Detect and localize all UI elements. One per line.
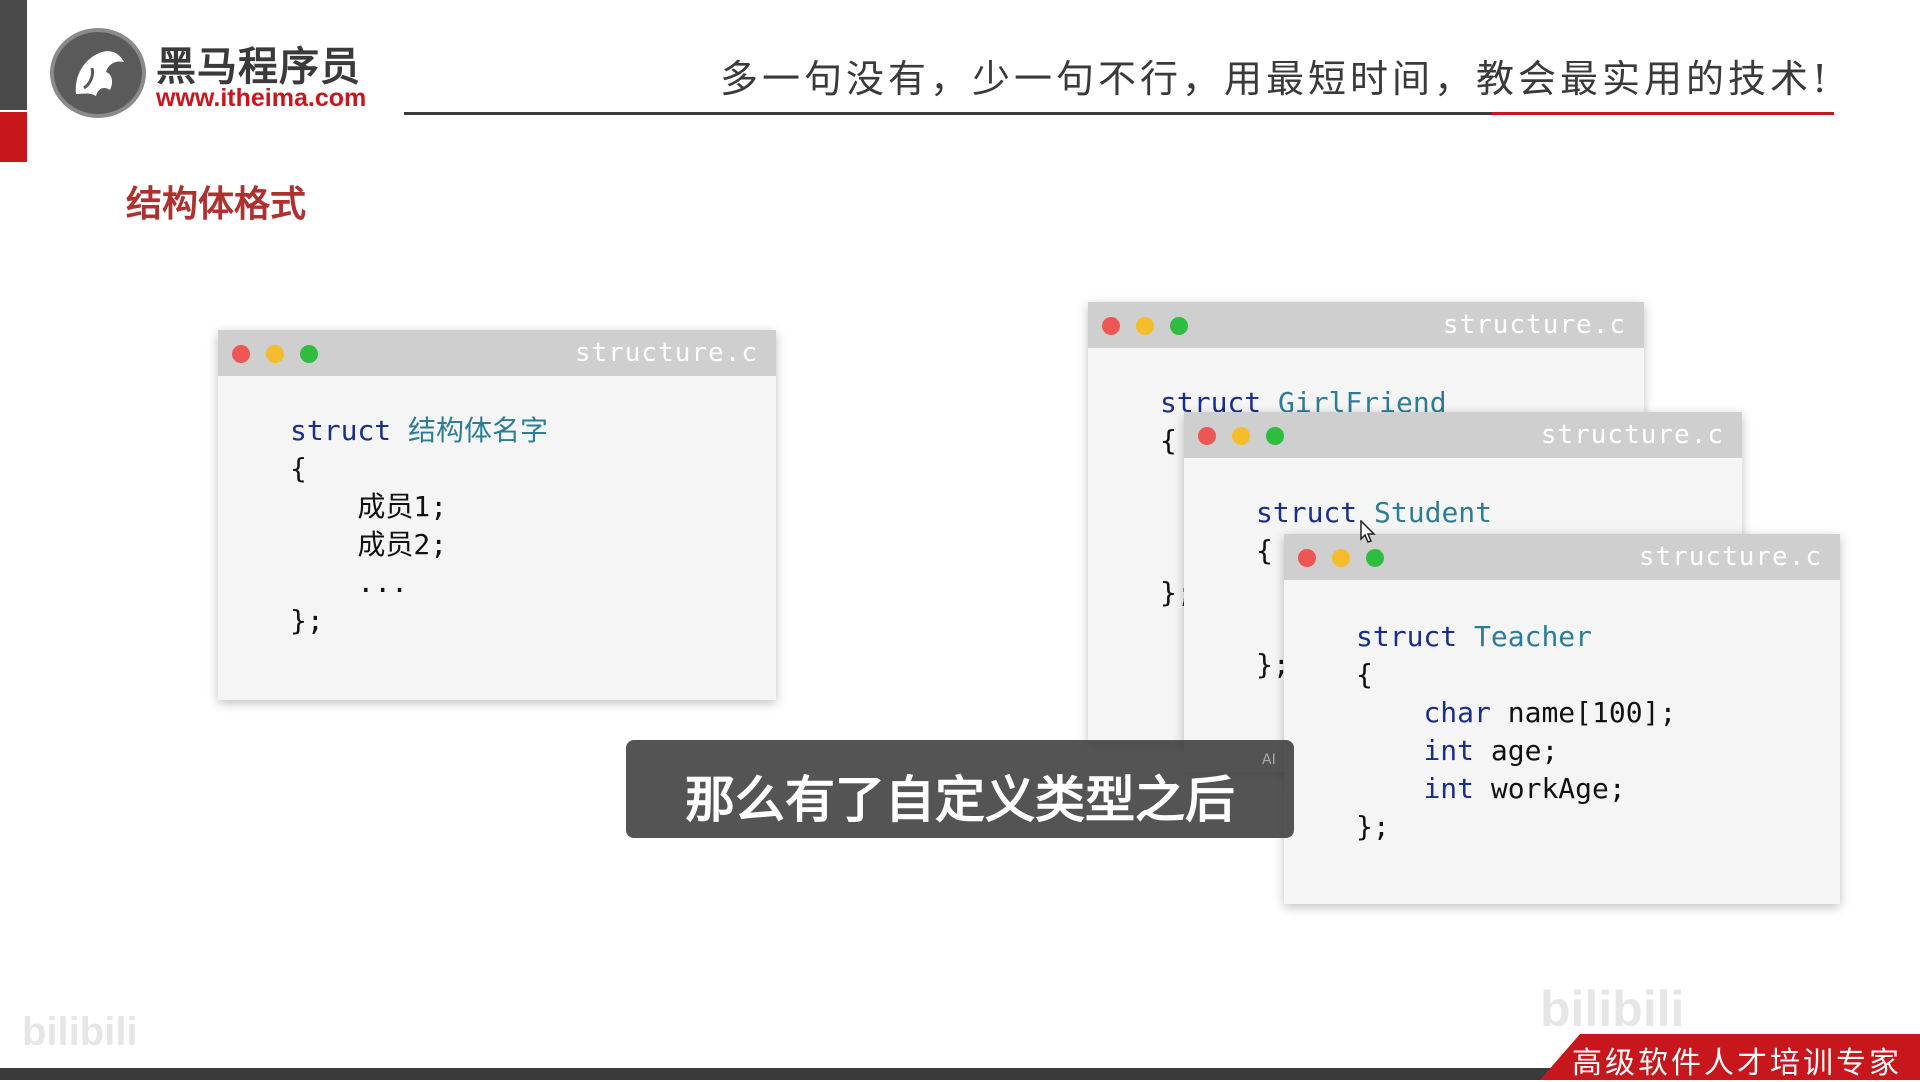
maximize-dot-icon[interactable] xyxy=(300,345,318,363)
window-title: structure.c xyxy=(1540,420,1724,450)
minimize-dot-icon[interactable] xyxy=(1332,549,1350,567)
code-line: { xyxy=(1256,534,1273,567)
close-dot-icon[interactable] xyxy=(1298,549,1316,567)
code-line: { xyxy=(290,452,307,485)
window-title-bar: structure.c xyxy=(1184,412,1742,458)
section-title: 结构体格式 xyxy=(126,184,307,225)
minimize-dot-icon[interactable] xyxy=(1136,317,1154,335)
close-dot-icon[interactable] xyxy=(1102,317,1120,335)
ai-tag: AI xyxy=(1262,752,1276,768)
code-keyword: struct xyxy=(1356,620,1458,653)
code-type-name: Teacher xyxy=(1474,620,1593,653)
footer-banner: 高级软件人才培训专家 xyxy=(1540,1034,1920,1080)
close-dot-icon[interactable] xyxy=(1198,427,1216,445)
edge-bar-red xyxy=(0,112,27,162)
code-line: }; xyxy=(290,604,324,637)
edge-bar-gray xyxy=(0,0,27,110)
code-member-name: name[100]; xyxy=(1507,696,1677,729)
close-dot-icon[interactable] xyxy=(232,345,250,363)
code-line: ... xyxy=(290,566,409,599)
logo-url[interactable]: www.itheima.com xyxy=(156,84,366,113)
window-title: structure.c xyxy=(574,338,758,368)
code-keyword: struct xyxy=(290,414,392,447)
subtitle-text: 那么有了自定义类型之后 xyxy=(685,771,1235,829)
code-member-name: age; xyxy=(1490,734,1559,767)
code-type-name: Student xyxy=(1374,496,1493,529)
code-line: 成员2; xyxy=(290,528,448,561)
maximize-dot-icon[interactable] xyxy=(1170,317,1188,335)
maximize-dot-icon[interactable] xyxy=(1366,549,1384,567)
code-window-teacher: structure.c struct Teacher { char name[1… xyxy=(1284,534,1840,904)
minimize-dot-icon[interactable] xyxy=(1232,427,1250,445)
window-title-bar: structure.c xyxy=(1088,302,1644,348)
code-member-type: int xyxy=(1423,772,1475,805)
maximize-dot-icon[interactable] xyxy=(1266,427,1284,445)
window-title: structure.c xyxy=(1638,542,1822,572)
code-line: { xyxy=(1356,658,1373,691)
watermark-left: bilibili xyxy=(22,1010,138,1054)
watermark-right: bilibili xyxy=(1540,981,1685,1037)
subtitle-box: 那么有了自定义类型之后 xyxy=(626,740,1294,838)
code-line: 成员1; xyxy=(290,490,448,523)
code-type-name: 结构体名字 xyxy=(408,414,549,447)
code-block: struct 结构体名字 { 成员1; 成员2; ... }; xyxy=(290,412,548,640)
header-divider-accent xyxy=(1492,112,1834,115)
code-member-type: int xyxy=(1423,734,1475,767)
code-line: { xyxy=(1160,424,1177,457)
slogan: 多一句没有，少一句不行，用最短时间，教会最实用的技术! xyxy=(720,57,1832,101)
code-member-type: char xyxy=(1423,696,1491,729)
window-title-bar: structure.c xyxy=(218,330,776,376)
code-window-generic: structure.c struct 结构体名字 { 成员1; 成员2; ...… xyxy=(218,330,776,700)
window-title: structure.c xyxy=(1442,310,1626,340)
code-keyword: struct xyxy=(1256,496,1358,529)
mouse-cursor-icon xyxy=(1360,520,1376,543)
code-block: struct Teacher { char name[100]; int age… xyxy=(1356,618,1676,846)
code-member-name: workAge; xyxy=(1490,772,1626,805)
logo-horse-icon xyxy=(50,28,146,118)
code-line: }; xyxy=(1356,810,1390,843)
footer-banner-text: 高级软件人才培训专家 xyxy=(1572,1046,1902,1081)
minimize-dot-icon[interactable] xyxy=(266,345,284,363)
